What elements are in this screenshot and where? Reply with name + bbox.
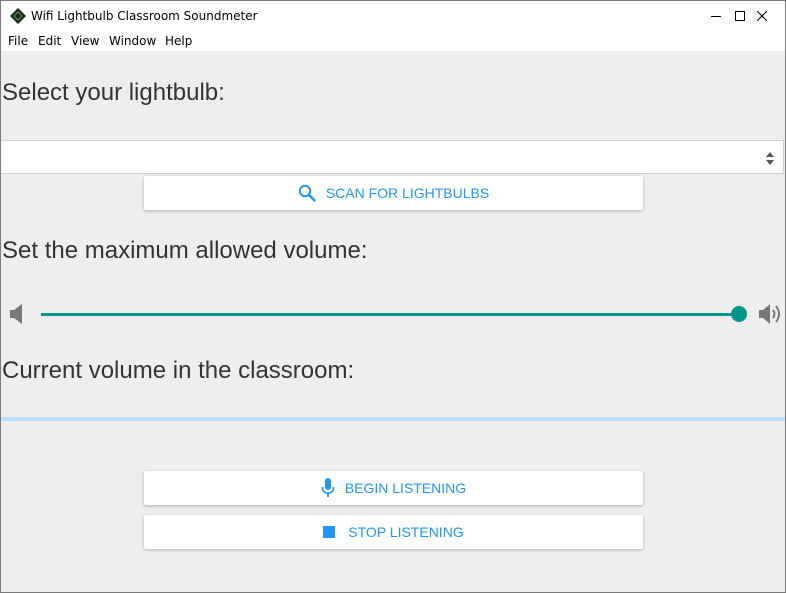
volume-high-icon [759,304,780,324]
search-icon [298,184,316,202]
title-bar[interactable]: Wifi Lightbulb Classroom Soundmeter [1,1,785,31]
scan-lightbulbs-button[interactable]: SCAN FOR LIGHTBULBS [144,176,643,210]
close-button[interactable] [739,1,785,31]
stop-listening-label: STOP LISTENING [348,524,464,540]
current-volume-meter [1,417,785,421]
begin-listening-label: BEGIN LISTENING [344,480,467,496]
lightbulb-heading: Select your lightbulb: [2,79,225,106]
lightbulb-select[interactable] [1,140,784,174]
main-content: Select your lightbulb: SCAN FOR LIGHTBUL… [1,51,785,592]
close-icon [757,11,767,21]
app-window: Wifi Lightbulb Classroom Soundmeter File… [0,0,786,593]
menu-bar: File Edit View Window Help [1,31,785,51]
stop-icon [323,526,336,538]
current-volume-heading: Current volume in the classroom: [2,357,355,384]
menu-file[interactable]: File [8,34,28,48]
window-title: Wifi Lightbulb Classroom Soundmeter [31,9,258,23]
slider-thumb[interactable] [731,306,747,322]
menu-help[interactable]: Help [165,34,192,48]
scan-lightbulbs-label: SCAN FOR LIGHTBULBS [325,185,490,201]
begin-listening-button[interactable]: BEGIN LISTENING [144,471,643,505]
menu-window[interactable]: Window [109,34,156,48]
app-icon [10,8,26,24]
stop-listening-button[interactable]: STOP LISTENING [144,515,643,549]
slider-track[interactable] [41,313,739,316]
menu-view[interactable]: View [71,34,99,48]
microphone-icon [321,478,335,498]
volume-low-icon [10,304,22,324]
select-arrows-icon [766,152,774,165]
max-volume-heading: Set the maximum allowed volume: [2,237,368,264]
menu-edit[interactable]: Edit [38,34,61,48]
